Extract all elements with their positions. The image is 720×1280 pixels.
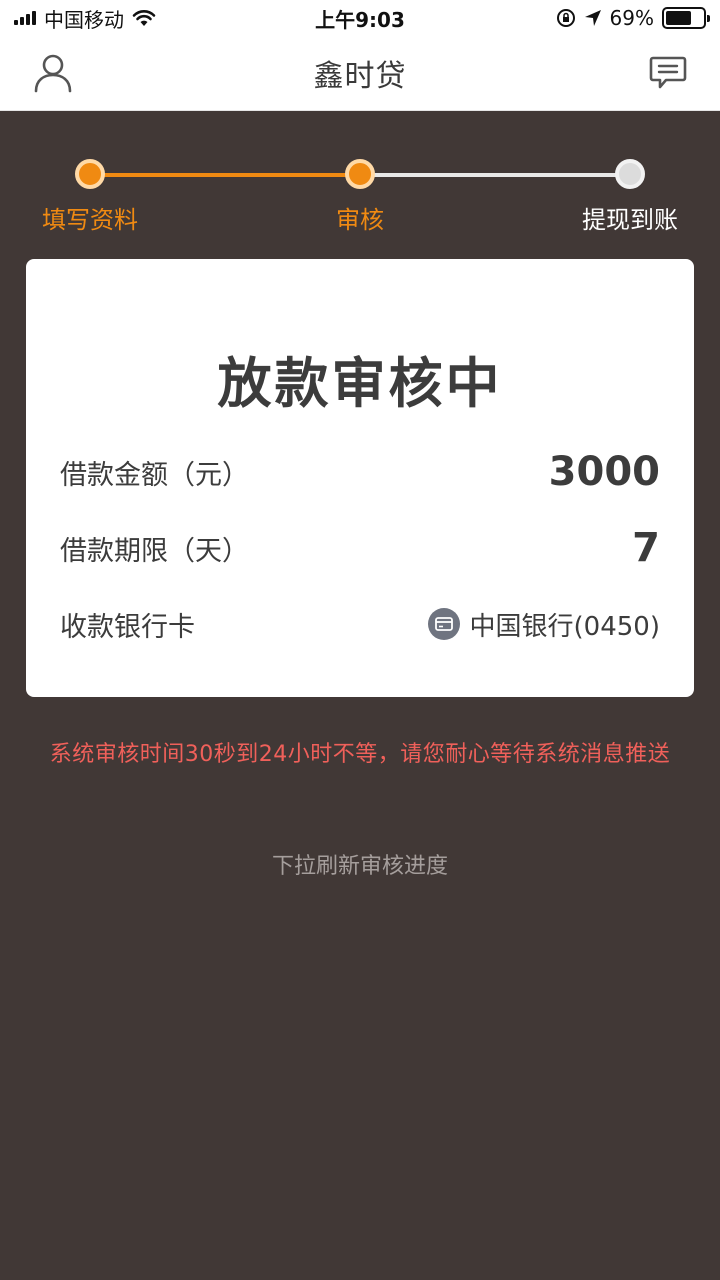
loan-amount-value: 3000 <box>548 449 660 495</box>
message-icon[interactable] <box>648 52 688 94</box>
progress-steps: 填写资料 审核 提现到账 <box>0 150 720 240</box>
battery-level <box>666 11 691 25</box>
user-icon[interactable] <box>33 52 73 94</box>
step-dot-review <box>345 159 375 189</box>
loan-amount-row: 借款金额（元） 3000 <box>60 442 660 502</box>
carrier-name: 中国移动 <box>44 7 124 32</box>
step-line-completed <box>104 173 346 177</box>
battery-icon <box>662 7 710 29</box>
location-arrow-icon <box>584 10 601 26</box>
status-bar: 中国移动 上午9:03 69% <box>0 0 720 36</box>
review-time-notice: 系统审核时间30秒到24小时不等，请您耐心等待系统消息推送 <box>49 742 671 767</box>
bank-card-label: 收款银行卡 <box>60 611 195 643</box>
step-dot-fill-info <box>75 159 105 189</box>
pull-to-refresh-hint[interactable]: 下拉刷新审核进度 <box>0 848 720 880</box>
step-line-pending <box>374 173 616 177</box>
loan-term-value: 7 <box>632 525 660 571</box>
bank-card-icon <box>427 608 460 640</box>
loan-amount-label: 借款金额（元） <box>60 459 249 491</box>
wifi-icon <box>132 10 156 26</box>
battery-percent: 69% <box>609 6 654 30</box>
loan-status-card: 放款审核中 借款金额（元） 3000 借款期限（天） 7 收款银行卡 中国银行(… <box>26 259 694 697</box>
status-right: 69% <box>556 6 710 30</box>
bank-card-row: 收款银行卡 中国银行(0450) <box>60 594 660 654</box>
bank-card-value: 中国银行(0450) <box>469 611 660 642</box>
loan-term-row: 借款期限（天） 7 <box>60 518 660 578</box>
status-left: 中国移动 <box>14 4 156 33</box>
step-label-review: 审核 <box>336 206 384 234</box>
step-label-fill-info: 填写资料 <box>42 206 138 234</box>
step-dot-withdraw <box>615 159 645 189</box>
loan-term-label: 借款期限（天） <box>60 535 249 567</box>
rotation-lock-icon <box>556 9 575 27</box>
nav-bar: 鑫时贷 <box>0 36 720 111</box>
step-label-withdraw: 提现到账 <box>582 206 678 234</box>
app-title: 鑫时贷 <box>313 59 407 94</box>
bank-card-info: 中国银行(0450) <box>427 606 660 643</box>
signal-icon <box>14 11 36 25</box>
card-title: 放款审核中 <box>217 352 503 415</box>
